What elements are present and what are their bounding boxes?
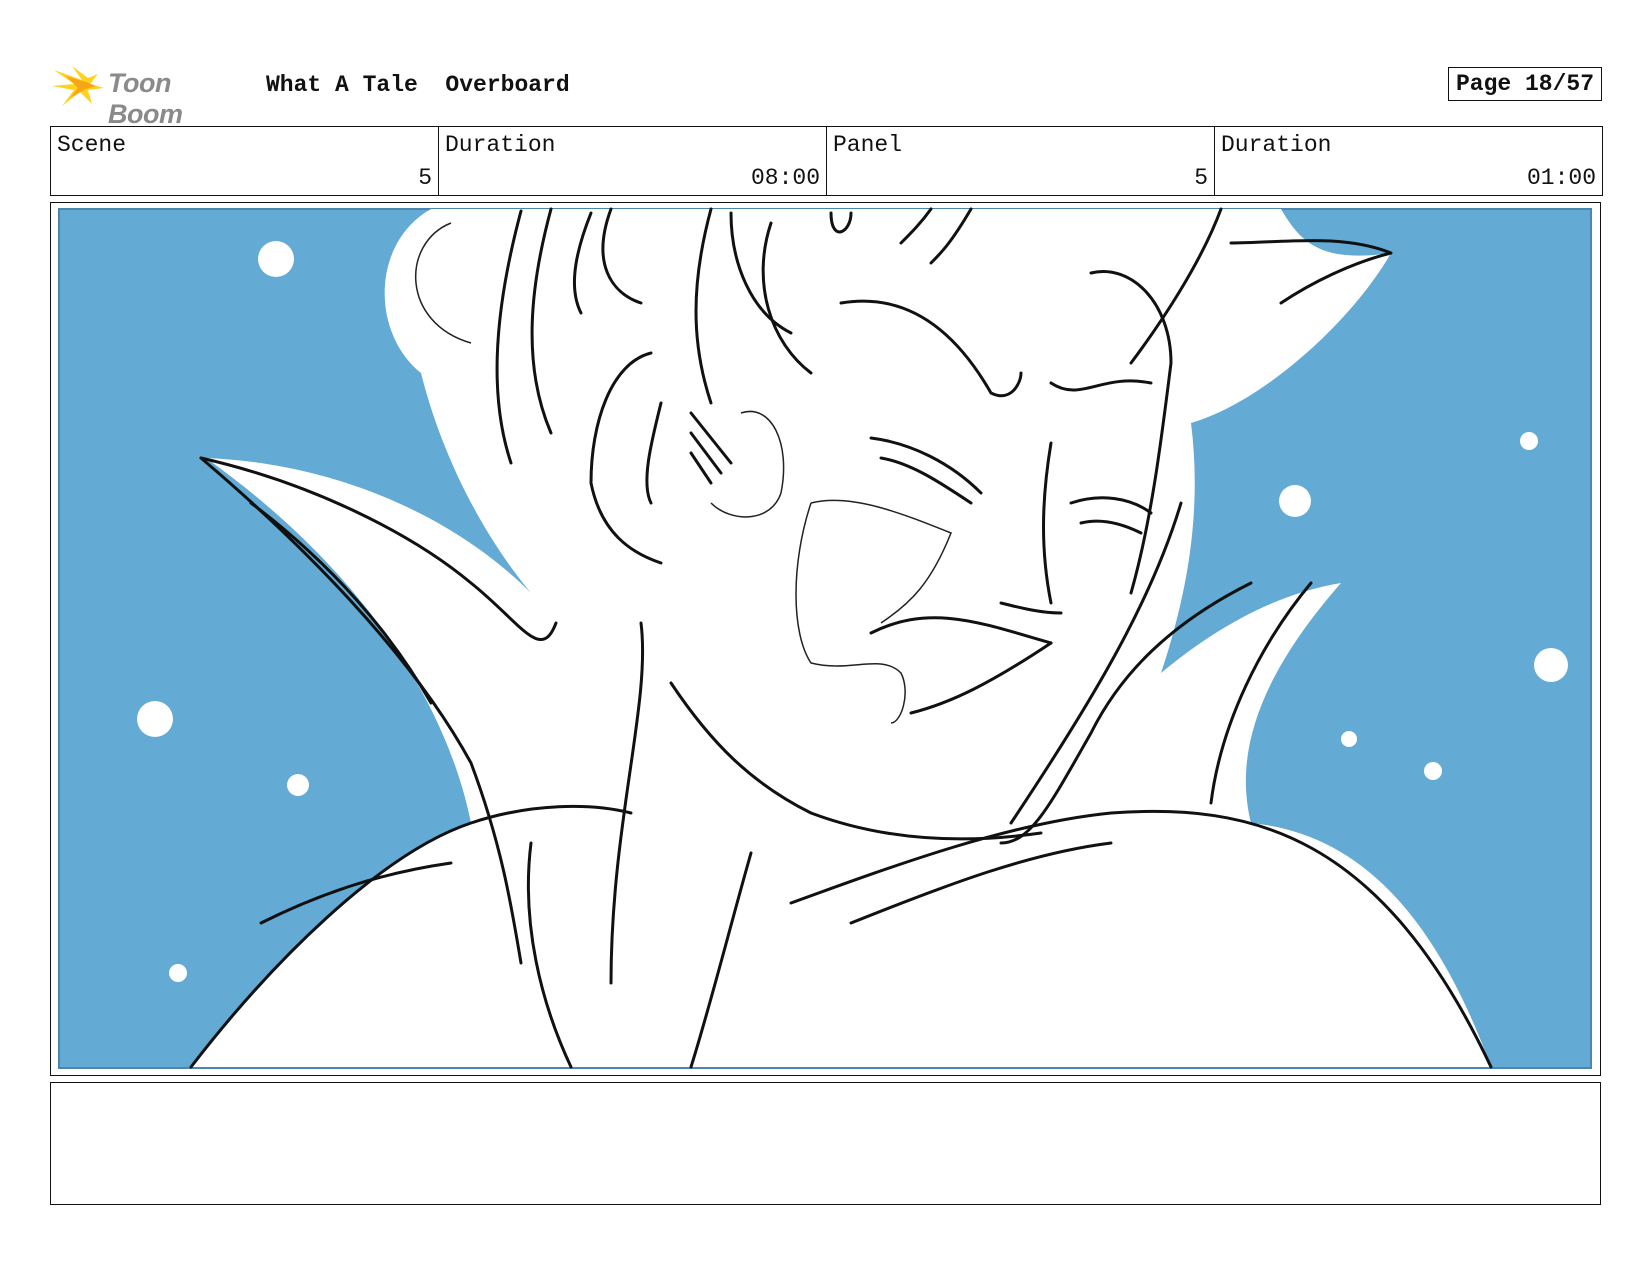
panel-notes <box>50 1082 1601 1205</box>
logo-text: Toon Boom <box>108 68 183 129</box>
panel-info-bar: Scene 5 Duration 08:00 Panel 5 Duration … <box>50 126 1603 196</box>
burst-icon <box>52 66 104 106</box>
panel-cell: Panel 5 <box>826 127 1214 195</box>
project-title: What A Tale Overboard <box>266 72 570 98</box>
scene-duration-value: 08:00 <box>750 165 820 191</box>
scene-duration-cell: Duration 08:00 <box>438 127 826 195</box>
panel-duration-cell: Duration 01:00 <box>1214 127 1602 195</box>
toon-boom-logo: Toon Boom <box>52 58 252 129</box>
scene-value: 5 <box>418 165 432 191</box>
scene-cell: Scene 5 <box>51 127 438 195</box>
scene-duration-label: Duration <box>445 132 556 158</box>
storyboard-panel-image <box>50 202 1601 1076</box>
sketch-drawing <box>58 207 1592 1069</box>
panel-duration-label: Duration <box>1221 132 1332 158</box>
panel-label: Panel <box>833 132 903 158</box>
scene-label: Scene <box>57 132 127 158</box>
page-number: Page 18/57 <box>1447 67 1602 101</box>
panel-value: 5 <box>1194 165 1208 191</box>
panel-duration-value: 01:00 <box>1526 165 1596 191</box>
storyboard-header: Toon Boom What A Tale Overboard Page 18/… <box>52 56 1602 129</box>
